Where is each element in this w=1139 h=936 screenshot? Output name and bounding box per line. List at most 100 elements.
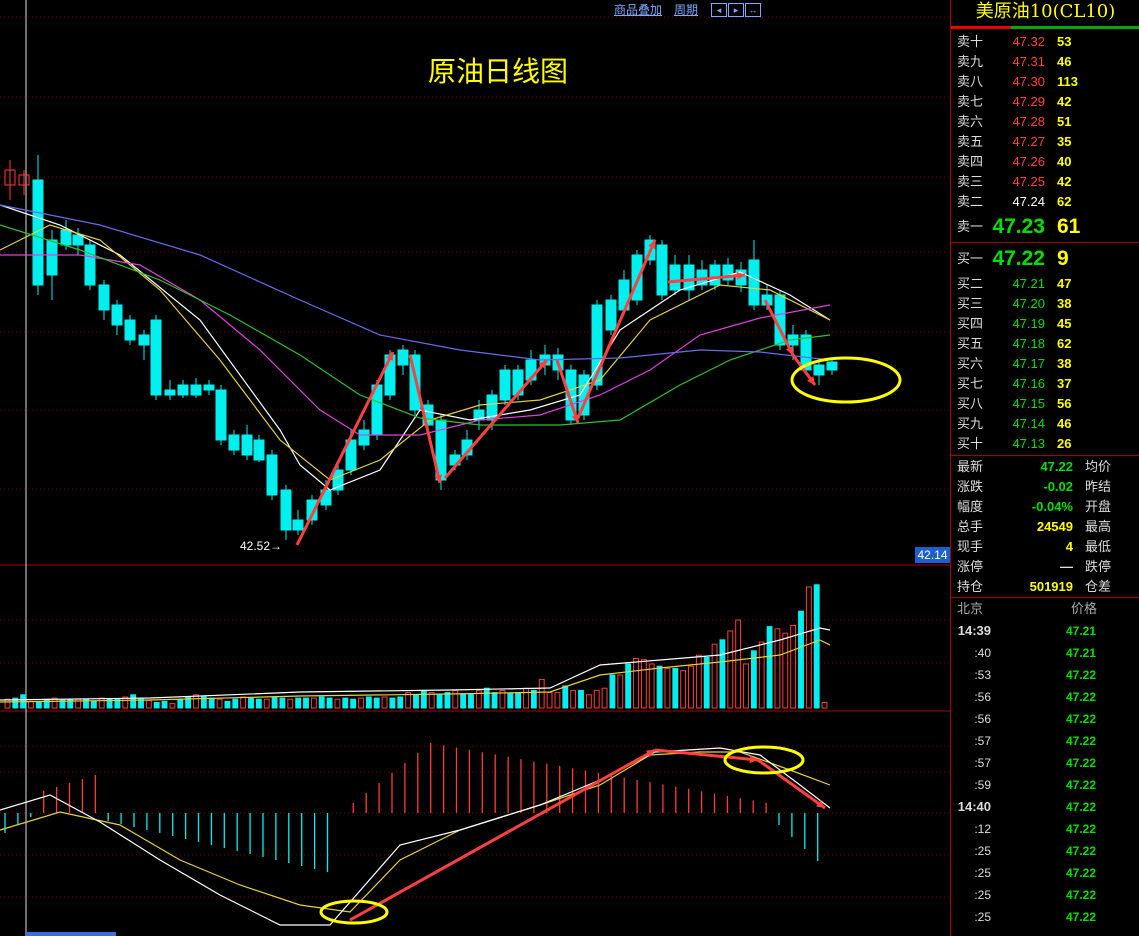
volume-bar <box>468 693 474 709</box>
volume-bar <box>28 700 34 709</box>
tick-price: 47.22 <box>1065 756 1096 770</box>
bid1-row[interactable]: 买一 47.22 9 <box>951 244 1139 274</box>
volume-bar <box>805 586 812 709</box>
tick-price: 47.22 <box>1065 844 1096 858</box>
tick-price: 47.21 <box>1065 646 1096 660</box>
ask-row[interactable]: 卖二 47.24 62 <box>951 192 1139 212</box>
candle-body <box>397 349 409 366</box>
volume-bar <box>428 692 435 709</box>
volume-bar <box>279 697 286 709</box>
volume-bar <box>350 698 357 709</box>
ask-row[interactable]: 卖四 47.26 40 <box>951 152 1139 172</box>
volume-bar <box>177 698 184 709</box>
tick-row: :56 47.22 <box>951 708 1139 730</box>
ask-row[interactable]: 卖三 47.25 42 <box>951 172 1139 192</box>
bid-row[interactable]: 买八 47.15 56 <box>951 394 1139 414</box>
stat-value: -0.04% <box>1031 499 1073 514</box>
volume-bar <box>625 663 632 709</box>
tick-price: 47.22 <box>1065 668 1096 682</box>
bid-row[interactable]: 买十 47.13 26 <box>951 434 1139 454</box>
stat-label: 总手 <box>957 519 984 534</box>
tick-row: 14:39 47.21 <box>951 620 1139 642</box>
volume-bar <box>554 692 561 709</box>
tick-price: 47.22 <box>1065 712 1096 726</box>
volume-bar <box>145 699 152 709</box>
stat-row: 涨停 — 跌停 <box>951 557 1139 577</box>
tick-row: :25 47.22 <box>951 906 1139 928</box>
bid-row[interactable]: 买五 47.18 62 <box>951 334 1139 354</box>
volume-bar <box>648 663 655 709</box>
next-arrow-icon[interactable]: ▸ <box>728 2 744 17</box>
chart-area[interactable]: 商品叠加 周期 ◂ ▸ ↔ 原油日线图 42.52→ 42.14 <box>0 0 950 936</box>
ask-row[interactable]: 卖九 47.31 46 <box>951 52 1139 72</box>
level-price: 47.14 <box>1012 416 1045 431</box>
kline-chart[interactable] <box>0 0 950 936</box>
volume-bar <box>98 697 105 709</box>
stat-label-right: 开盘 <box>1085 499 1112 514</box>
stat-row: 总手 24549 最高 <box>951 517 1139 537</box>
expand-icon[interactable]: ↔ <box>745 2 761 17</box>
bid-row[interactable]: 买四 47.19 45 <box>951 314 1139 334</box>
level-price: 47.18 <box>1012 336 1045 351</box>
volume-bar <box>672 667 679 709</box>
trend-arrow <box>295 351 395 546</box>
stat-label-right: 最低 <box>1085 539 1112 554</box>
level-label: 买九 <box>957 416 984 431</box>
volume-bar <box>703 656 710 709</box>
level-price: 47.15 <box>1012 396 1045 411</box>
symbol-name: 美原油10(CL10) <box>975 1 1116 22</box>
candle-body <box>124 319 136 341</box>
candle-body <box>111 304 123 326</box>
volume-bar <box>585 694 592 709</box>
ask-row[interactable]: 卖六 47.28 51 <box>951 112 1139 132</box>
tick-row: :57 47.22 <box>951 730 1139 752</box>
level-label: 卖六 <box>957 114 984 129</box>
ask-row[interactable]: 卖八 47.30 113 <box>951 72 1139 92</box>
tick-price: 47.22 <box>1065 690 1096 704</box>
tick-time: :53 <box>974 668 991 682</box>
level-price: 47.20 <box>1012 296 1045 311</box>
ask-row[interactable]: 卖七 47.29 42 <box>951 92 1139 112</box>
ask-row[interactable]: 卖十 47.32 53 <box>951 32 1139 52</box>
level-price: 47.25 <box>1012 174 1045 189</box>
candle-body <box>164 389 176 396</box>
prev-arrow-icon[interactable]: ◂ <box>711 2 727 17</box>
tick-time: :57 <box>974 734 991 748</box>
volume-bar <box>483 687 490 709</box>
level-price: 47.21 <box>1012 276 1045 291</box>
bid-row[interactable]: 买三 47.20 38 <box>951 294 1139 314</box>
volume-bar <box>358 697 364 709</box>
stat-row: 涨跌 -0.02 昨结 <box>951 477 1139 497</box>
bid-row[interactable]: 买七 47.16 37 <box>951 374 1139 394</box>
volume-bar <box>208 697 215 709</box>
bid1-vol: 9 <box>1057 247 1069 270</box>
chart-toolbar: 商品叠加 周期 ◂ ▸ ↔ <box>614 0 761 18</box>
volume-bar <box>373 697 380 709</box>
overlay-link[interactable]: 商品叠加 <box>614 1 662 18</box>
level-label: 卖十 <box>957 34 984 49</box>
volume-bar <box>766 626 773 709</box>
level-label: 卖七 <box>957 94 984 109</box>
volume-bar <box>460 693 467 709</box>
bid-row[interactable]: 买六 47.17 38 <box>951 354 1139 374</box>
ask1-row[interactable]: 卖一 47.23 61 <box>951 212 1139 242</box>
period-link[interactable]: 周期 <box>674 1 698 18</box>
level-price: 47.19 <box>1012 316 1045 331</box>
bid-row[interactable]: 买二 47.21 47 <box>951 274 1139 294</box>
volume-bar <box>523 687 529 709</box>
tick-time: :25 <box>974 888 991 902</box>
level-price: 47.27 <box>1012 134 1045 149</box>
volume-bar <box>688 665 694 709</box>
stat-label-right: 昨结 <box>1085 479 1112 494</box>
tick-row: :12 47.22 <box>951 818 1139 840</box>
candle-body <box>177 384 189 396</box>
stat-label-right: 均价 <box>1085 459 1112 474</box>
stat-label: 涨停 <box>957 559 984 574</box>
volume-bar <box>216 698 223 709</box>
ask-row[interactable]: 卖五 47.27 35 <box>951 132 1139 152</box>
candle-body <box>499 369 511 401</box>
stat-value: 501919 <box>1029 579 1073 594</box>
volume-bar <box>750 650 757 709</box>
bid-row[interactable]: 买九 47.14 46 <box>951 414 1139 434</box>
level-volume: 42 <box>1057 94 1072 109</box>
